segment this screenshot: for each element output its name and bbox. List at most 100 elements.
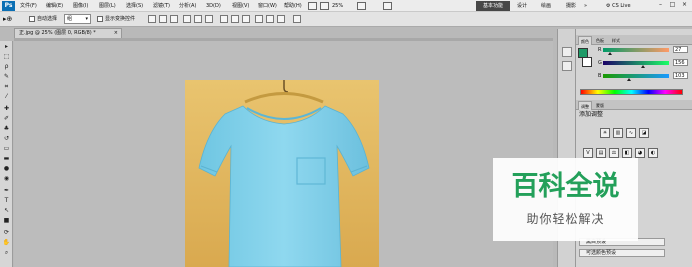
- quick-select-tool-icon[interactable]: ✎: [1, 73, 12, 81]
- auto-align-layers-icon[interactable]: [293, 15, 301, 23]
- eyedropper-tool-icon[interactable]: ⁄: [1, 93, 12, 101]
- align-bottom-icon[interactable]: [170, 15, 178, 23]
- lasso-tool-icon[interactable]: ρ: [1, 63, 12, 71]
- shape-tool-icon[interactable]: ■: [1, 217, 12, 225]
- color-balance-icon[interactable]: ⚖: [609, 148, 619, 158]
- dodge-tool-icon[interactable]: ◉: [1, 175, 12, 183]
- channel-b-slider[interactable]: [603, 74, 669, 81]
- menu-layer[interactable]: 图层(L): [99, 1, 116, 11]
- channel-r-value[interactable]: 27: [673, 46, 688, 53]
- move-tool-preset-icon[interactable]: ▸⊕: [3, 15, 12, 23]
- workspace-painting[interactable]: 绘画: [541, 1, 551, 11]
- channel-r-slider[interactable]: [603, 48, 669, 55]
- menu-view[interactable]: 视图(V): [232, 1, 249, 11]
- black-white-icon[interactable]: ◧: [622, 148, 632, 158]
- distribute-left-icon[interactable]: [255, 15, 263, 23]
- channel-mixer-icon[interactable]: ◐: [648, 148, 658, 158]
- curves-icon[interactable]: ∿: [626, 128, 636, 138]
- distribute-hcenter-icon[interactable]: [266, 15, 274, 23]
- distribute-right-icon[interactable]: [277, 15, 285, 23]
- workspace-essentials[interactable]: 基本功能: [476, 1, 510, 11]
- menu-analysis[interactable]: 分析(A): [179, 1, 196, 11]
- levels-icon[interactable]: ▥: [613, 128, 623, 138]
- tab-color[interactable]: 颜色: [578, 36, 592, 45]
- workspace-more-icon[interactable]: »: [584, 1, 587, 11]
- pen-tool-icon[interactable]: ✒: [1, 187, 12, 195]
- channel-b-knob[interactable]: [627, 78, 632, 81]
- marquee-tool-icon[interactable]: ⬚: [1, 53, 12, 61]
- menu-help[interactable]: 帮助(H): [284, 1, 302, 11]
- exposure-icon[interactable]: ◪: [639, 128, 649, 138]
- chevron-down-icon: ▾: [85, 16, 88, 22]
- type-tool-icon[interactable]: T: [1, 197, 12, 205]
- channel-b-value[interactable]: 103: [673, 72, 688, 79]
- tab-styles[interactable]: 样式: [610, 36, 622, 45]
- vibrance-icon[interactable]: V: [583, 148, 593, 158]
- channel-r-knob[interactable]: [608, 52, 613, 55]
- photo-filter-icon[interactable]: ◕: [635, 148, 645, 158]
- cs-live-button[interactable]: ⚙ CS Live: [606, 1, 631, 11]
- distribute-bottom-icon[interactable]: [242, 15, 250, 23]
- actions-panel-icon[interactable]: [562, 61, 572, 71]
- distribute-top-icon[interactable]: [220, 15, 228, 23]
- align-right-icon[interactable]: [205, 15, 213, 23]
- history-panel-icon[interactable]: [562, 47, 572, 57]
- zoom-tool-icon[interactable]: ⌕: [1, 249, 12, 257]
- preset-item-selective-color[interactable]: 可选颜色预设: [579, 249, 665, 257]
- menu-bar: Ps 文件(F) 编辑(E) 图像(I) 图层(L) 选择(S) 滤镜(T) 分…: [0, 0, 692, 12]
- background-color-swatch[interactable]: [582, 57, 592, 67]
- workspace-photography[interactable]: 摄影: [566, 1, 576, 11]
- document-tab[interactable]: 正.jpg @ 25% (图层 0, RGB/8) * ×: [14, 28, 122, 38]
- channel-g-slider[interactable]: [603, 61, 669, 68]
- align-vertical-center-icon[interactable]: [159, 15, 167, 23]
- tab-adjustments[interactable]: 调整: [578, 101, 592, 110]
- color-spectrum-bar[interactable]: [580, 89, 683, 95]
- menu-3d[interactable]: 3D(D): [206, 1, 221, 11]
- gradient-tool-icon[interactable]: ▬: [1, 155, 12, 163]
- 3d-rotate-tool-icon[interactable]: ⟳: [1, 229, 12, 237]
- align-left-icon[interactable]: [183, 15, 191, 23]
- screen-mode-icon[interactable]: [383, 2, 392, 10]
- channel-g-value[interactable]: 156: [673, 59, 688, 66]
- hue-saturation-icon[interactable]: ▤: [596, 148, 606, 158]
- menu-file[interactable]: 文件(F): [20, 1, 37, 11]
- close-icon[interactable]: ×: [114, 29, 118, 38]
- align-horizontal-center-icon[interactable]: [194, 15, 202, 23]
- history-brush-tool-icon[interactable]: ↺: [1, 135, 12, 143]
- color-panel-tabs: 颜色 色板 样式: [576, 35, 692, 45]
- close-window-button[interactable]: ×: [680, 1, 689, 9]
- brightness-contrast-icon[interactable]: ☀: [600, 128, 610, 138]
- healing-brush-tool-icon[interactable]: ✚: [1, 105, 12, 113]
- tab-swatches[interactable]: 色板: [594, 36, 606, 45]
- hand-tool-icon[interactable]: [308, 2, 317, 10]
- auto-select-value: 组: [67, 16, 73, 22]
- hand-tool-icon[interactable]: ✋: [1, 239, 12, 247]
- menu-edit[interactable]: 编辑(E): [46, 1, 63, 11]
- zoom-level[interactable]: 25%: [332, 2, 343, 10]
- menu-select[interactable]: 选择(S): [126, 1, 143, 11]
- path-selection-tool-icon[interactable]: ↖: [1, 207, 12, 215]
- clone-stamp-tool-icon[interactable]: ♣: [1, 125, 12, 133]
- show-transform-label: 显示变换控件: [105, 16, 136, 22]
- workspace-design[interactable]: 设计: [517, 1, 527, 11]
- auto-select-dropdown[interactable]: 组 ▾: [64, 14, 91, 24]
- menu-window[interactable]: 窗口(W): [258, 1, 277, 11]
- distribute-center-icon[interactable]: [231, 15, 239, 23]
- channel-g-knob[interactable]: [641, 65, 646, 68]
- align-top-icon[interactable]: [148, 15, 156, 23]
- menu-filter[interactable]: 滤镜(T): [153, 1, 170, 11]
- zoom-tool-icon[interactable]: [320, 2, 329, 10]
- brush-tool-icon[interactable]: ✐: [1, 115, 12, 123]
- eraser-tool-icon[interactable]: ▭: [1, 145, 12, 153]
- minimize-button[interactable]: –: [656, 1, 665, 9]
- restore-button[interactable]: □: [668, 1, 677, 9]
- arrange-documents-icon[interactable]: [357, 2, 366, 10]
- options-bar: ▸⊕ 自动选择 组 ▾ 显示变换控件: [0, 12, 692, 27]
- auto-select-checkbox[interactable]: [29, 16, 35, 22]
- move-tool-icon[interactable]: ▸: [1, 43, 12, 51]
- tab-masks[interactable]: 蒙版: [594, 101, 606, 110]
- crop-tool-icon[interactable]: ⌗: [1, 83, 12, 91]
- show-transform-checkbox[interactable]: [97, 16, 103, 22]
- blur-tool-icon[interactable]: ●: [1, 165, 12, 173]
- menu-image[interactable]: 图像(I): [73, 1, 88, 11]
